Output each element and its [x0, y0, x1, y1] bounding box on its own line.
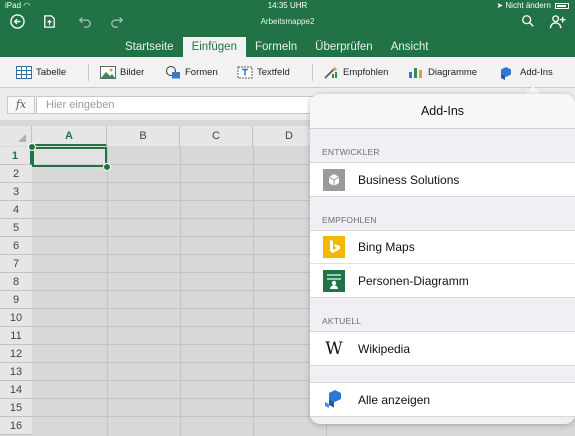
- recommended-label: Empfohlen: [343, 66, 389, 78]
- table-icon: [16, 65, 32, 79]
- popover-title: Add-Ins: [310, 94, 575, 129]
- app-header: iPad ◠ 14:35 UHR ➤ Nicht ändern Arbeitsm…: [0, 0, 575, 57]
- ribbon-divider: [88, 64, 89, 81]
- tab-ueberpruefen[interactable]: Überprüfen: [306, 37, 382, 57]
- search-icon[interactable]: [521, 14, 535, 31]
- bing-icon: [322, 235, 346, 259]
- show-all-button[interactable]: Alle anzeigen: [310, 383, 575, 416]
- addin-business-solutions[interactable]: Business Solutions: [310, 163, 575, 196]
- row-header[interactable]: 9: [0, 291, 32, 309]
- shapes-icon: [165, 65, 181, 79]
- row-header[interactable]: 12: [0, 345, 32, 363]
- pictures-button[interactable]: Bilder: [100, 65, 144, 79]
- ribbon-tabs: Startseite Einfügen Formeln Überprüfen A…: [116, 37, 437, 57]
- ribbon-divider-2: [312, 64, 313, 81]
- row-header[interactable]: 14: [0, 381, 32, 399]
- table-button[interactable]: Tabelle: [16, 65, 66, 79]
- status-time: 14:35 UHR: [267, 1, 308, 10]
- document-title: Arbeitsmappe2: [260, 17, 315, 26]
- item-label: Alle anzeigen: [358, 392, 431, 407]
- tab-formeln[interactable]: Formeln: [246, 37, 306, 57]
- row-header[interactable]: 13: [0, 363, 32, 381]
- tab-startseite[interactable]: Startseite: [116, 37, 183, 57]
- item-label: Business Solutions: [358, 172, 460, 187]
- grid-line: [107, 146, 108, 436]
- section-header-developer: ENTWICKLER: [322, 147, 380, 157]
- shapes-label: Formen: [185, 66, 218, 78]
- selection-handle[interactable]: [28, 143, 36, 151]
- row-header[interactable]: 15: [0, 399, 32, 417]
- developer-group: Business Solutions: [310, 162, 575, 197]
- addins-popover: Add-Ins ENTWICKLER Business Solutions EM…: [310, 94, 575, 424]
- row-header[interactable]: 16: [0, 417, 32, 435]
- section-header-current: AKTUELL: [322, 316, 362, 326]
- row-header[interactable]: 8: [0, 273, 32, 291]
- grid-line: [253, 146, 254, 436]
- item-label: Bing Maps: [358, 240, 415, 254]
- recommended-icon: [323, 66, 339, 79]
- textbox-button[interactable]: Textfeld: [237, 65, 290, 79]
- recommended-button[interactable]: Empfohlen: [323, 65, 388, 79]
- selected-cell-a1[interactable]: [32, 147, 107, 167]
- column-header-c[interactable]: C: [180, 126, 253, 146]
- formula-input[interactable]: Hier eingeben: [36, 96, 326, 114]
- addin-people-graph[interactable]: Personen-Diagramm: [310, 264, 575, 297]
- column-header-a[interactable]: A: [32, 126, 107, 146]
- row-header[interactable]: 3: [0, 183, 32, 201]
- charts-label: Diagramme: [428, 66, 478, 78]
- column-header-b[interactable]: B: [107, 126, 180, 146]
- addin-icon: [497, 66, 516, 80]
- addin-bing-maps[interactable]: Bing Maps: [310, 231, 575, 264]
- status-bar: iPad ◠ 14:35 UHR ➤ Nicht ändern: [0, 0, 575, 12]
- row-header[interactable]: 11: [0, 327, 32, 345]
- business-solutions-icon: [322, 168, 346, 192]
- addin-store-icon: [322, 388, 346, 412]
- insert-ribbon: Tabelle Bilder Formen Textfeld Empfohlen…: [0, 57, 575, 88]
- row-header[interactable]: 1: [0, 147, 32, 165]
- recommended-group: Bing Maps Personen-Diagramm: [310, 230, 575, 298]
- section-header-recommended: EMPFOHLEN: [322, 215, 377, 225]
- fx-button[interactable]: fx: [7, 96, 35, 114]
- addins-button[interactable]: Add-Ins: [497, 65, 553, 80]
- row-header[interactable]: 4: [0, 201, 32, 219]
- addins-label: Add-Ins: [520, 66, 553, 78]
- textbox-icon: [237, 66, 253, 79]
- select-all-corner[interactable]: [0, 126, 32, 146]
- corner-triangle-icon: [18, 134, 26, 142]
- table-label: Tabelle: [36, 66, 67, 78]
- pictures-label: Bilder: [120, 66, 145, 78]
- status-right: ➤ Nicht ändern: [496, 1, 569, 10]
- addin-wikipedia[interactable]: W Wikipedia: [310, 332, 575, 365]
- picture-icon: [100, 65, 116, 79]
- item-label: Wikipedia: [358, 341, 411, 356]
- wikipedia-icon: W: [325, 338, 343, 359]
- add-person-icon[interactable]: [549, 14, 566, 32]
- item-label: Personen-Diagramm: [358, 273, 469, 288]
- battery-icon: [555, 2, 569, 9]
- show-all-group: Alle anzeigen: [310, 382, 575, 417]
- charts-button[interactable]: Diagramme: [408, 65, 477, 79]
- grid-line: [180, 146, 181, 436]
- tab-einfuegen[interactable]: Einfügen: [182, 37, 246, 57]
- row-header[interactable]: 7: [0, 255, 32, 273]
- selection-handle[interactable]: [103, 163, 111, 171]
- row-header[interactable]: 5: [0, 219, 32, 237]
- row-header[interactable]: 2: [0, 165, 32, 183]
- textbox-label: Textfeld: [257, 66, 290, 78]
- people-graph-icon: [322, 269, 346, 293]
- chart-icon: [408, 66, 424, 79]
- row-header[interactable]: 10: [0, 309, 32, 327]
- current-group: W Wikipedia: [310, 331, 575, 366]
- row-header[interactable]: 6: [0, 237, 32, 255]
- tab-ansicht[interactable]: Ansicht: [382, 37, 438, 57]
- shapes-button[interactable]: Formen: [165, 65, 218, 79]
